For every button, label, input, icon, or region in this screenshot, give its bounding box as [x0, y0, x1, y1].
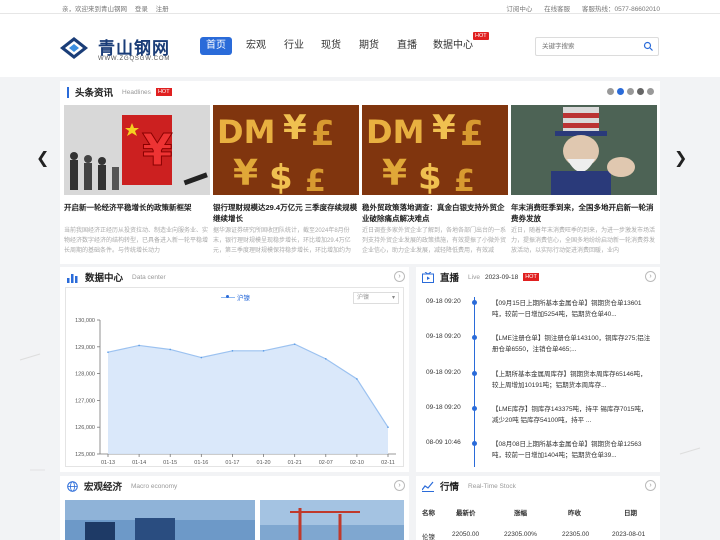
background-decoration: [19, 353, 701, 471]
